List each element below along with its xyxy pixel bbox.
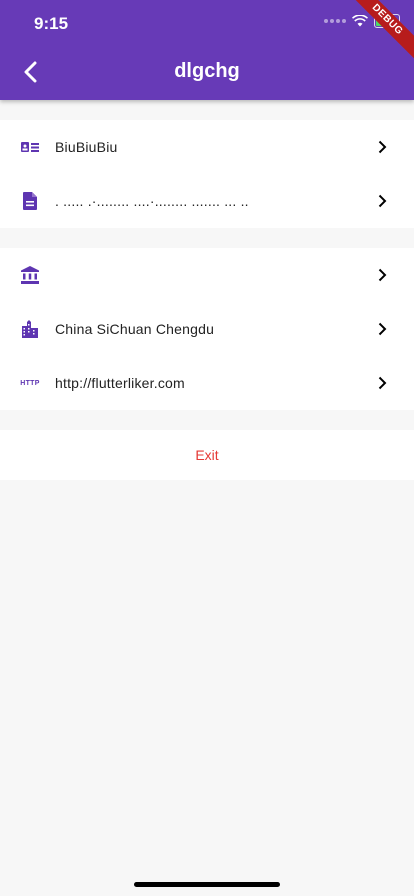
id-card-icon [20,137,40,157]
cellular-signal-icon [324,19,346,23]
profile-section: BiuBiuBiu . ..... .·........ ....·......… [0,120,414,228]
chevron-right-icon [374,374,390,392]
debug-banner: DEBUG [342,0,414,65]
page-title: dlgchg [174,60,240,82]
list-item-location[interactable]: China SiChuan Chengdu [0,302,414,356]
list-item-label: BiuBiuBiu [55,139,118,155]
status-time: 9:15 [34,14,69,33]
chevron-right-icon [374,192,390,210]
home-indicator [134,882,280,887]
list-item-name[interactable]: BiuBiuBiu [0,120,414,174]
list-item-bank[interactable] [0,248,414,302]
chevron-right-icon [374,320,390,338]
list-item-description[interactable]: . ..... .·........ ....·........ .......… [0,174,414,228]
list-item-label: . ..... .·........ ....·........ .......… [55,193,249,209]
list-item-label: China SiChuan Chengdu [55,321,215,337]
wifi-icon [352,15,368,27]
exit-button[interactable]: Exit [0,430,414,480]
list-item-label: http://flutterliker.com [55,375,185,391]
bank-icon [20,265,40,285]
document-icon [20,191,40,211]
list-item-website[interactable]: HTTP http://flutterliker.com [0,356,414,410]
app-bar: 9:15 DEBUG dlgchg [0,0,414,100]
chevron-right-icon [374,266,390,284]
http-icon: HTTP [20,379,40,387]
chevron-right-icon [374,138,390,156]
city-icon [20,319,40,339]
info-section: China SiChuan Chengdu HTTP http://flutte… [0,248,414,410]
